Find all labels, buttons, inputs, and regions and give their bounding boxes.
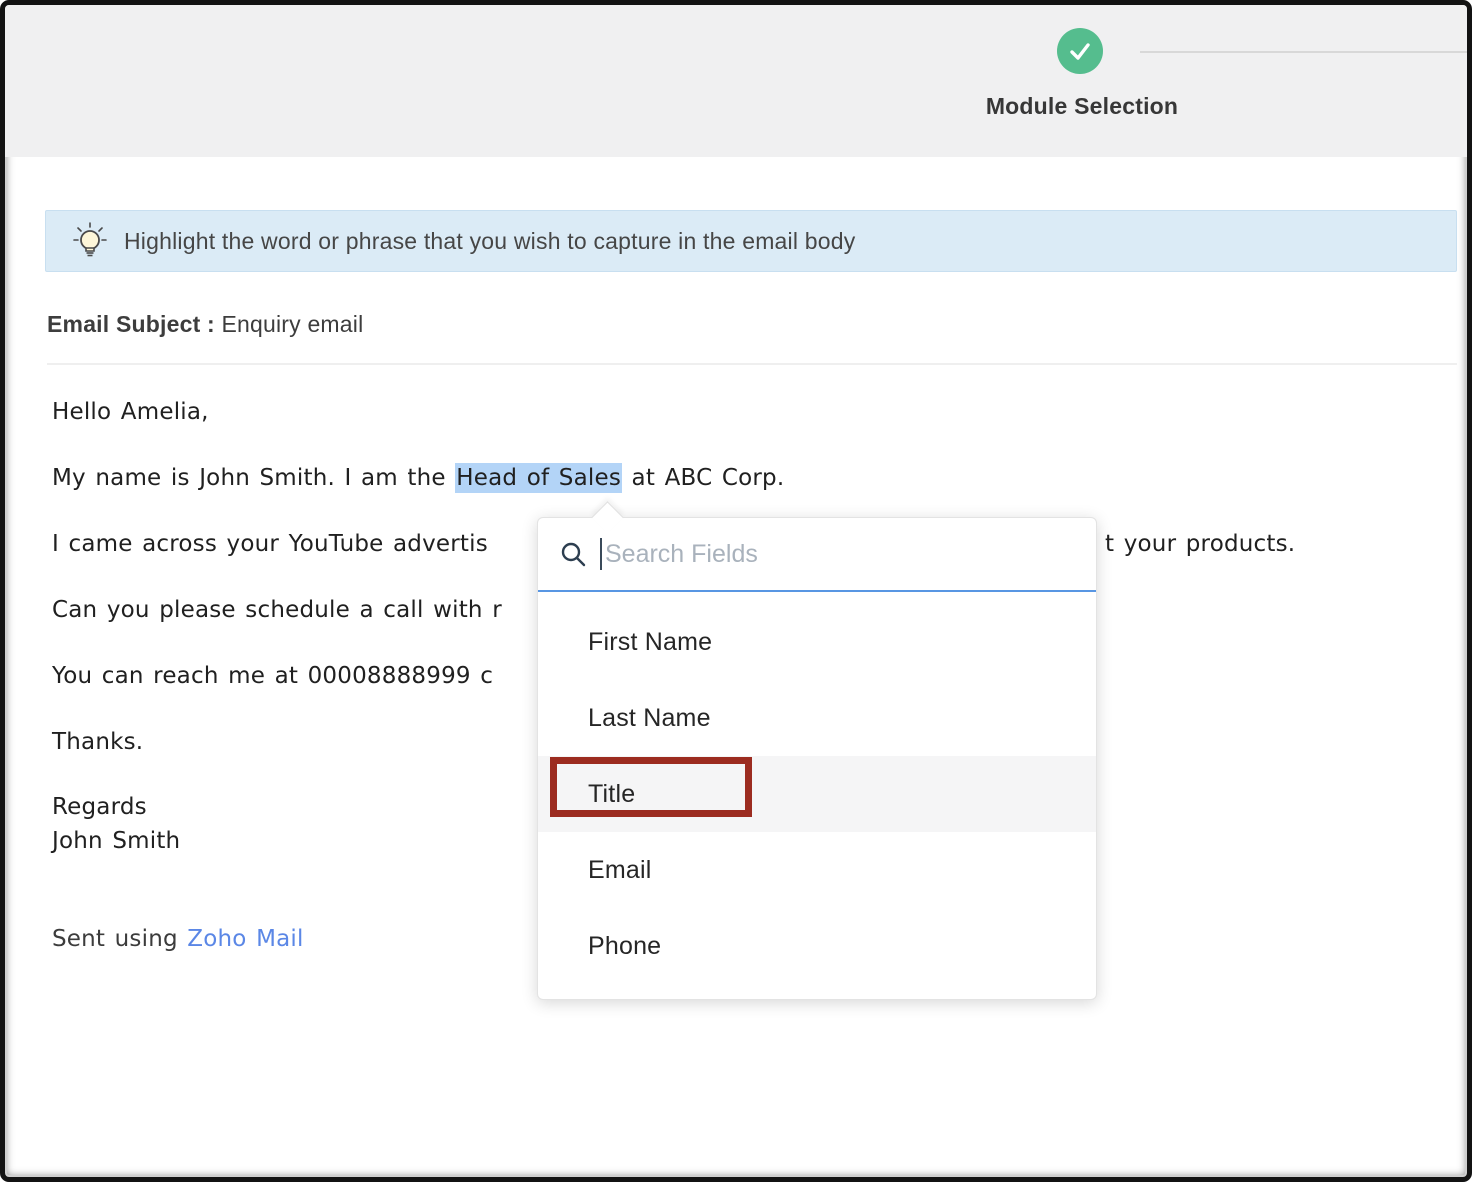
body-line-footer: Sent using Zoho Mail xyxy=(52,926,304,952)
body-line-signature[interactable]: John Smith xyxy=(52,828,180,854)
dropdown-item-email[interactable]: Email xyxy=(538,832,1096,908)
body-line-thanks[interactable]: Thanks. xyxy=(52,729,143,755)
body-line-regards[interactable]: Regards xyxy=(52,794,147,820)
search-icon xyxy=(561,542,586,566)
dropdown-item-last-name[interactable]: Last Name xyxy=(538,680,1096,756)
intro-after: at ABC Corp. xyxy=(622,465,785,491)
zoho-mail-link[interactable]: Zoho Mail xyxy=(187,926,303,952)
body-line-came-left[interactable]: I came across your YouTube advertis xyxy=(52,531,488,557)
body-line-intro[interactable]: My name is John Smith. I am the Head of … xyxy=(52,463,785,493)
body-line-came-right[interactable]: t your products. xyxy=(1105,531,1295,557)
field-search-row xyxy=(538,518,1096,592)
field-picker-dropdown: First Name Last Name Title Email Phone xyxy=(537,501,1097,1000)
search-fields-input[interactable] xyxy=(605,539,1074,569)
module-selection-screen: Module Selection Highlight the word or p… xyxy=(0,0,1472,1182)
dropdown-item-first-name[interactable]: First Name xyxy=(538,604,1096,680)
body-line-reach[interactable]: You can reach me at 00008888999 c xyxy=(52,663,493,689)
dropdown-item-phone[interactable]: Phone xyxy=(538,908,1096,984)
field-list: First Name Last Name Title Email Phone xyxy=(538,594,1096,999)
body-line-greeting[interactable]: Hello Amelia, xyxy=(52,399,209,425)
highlighted-phrase[interactable]: Head of Sales xyxy=(455,463,623,493)
intro-before: My name is John Smith. I am the xyxy=(52,465,456,491)
dropdown-item-title[interactable]: Title xyxy=(538,756,1096,832)
footer-prefix: Sent using xyxy=(52,926,188,952)
text-cursor xyxy=(600,538,602,570)
body-line-call[interactable]: Can you please schedule a call with r xyxy=(52,597,502,623)
